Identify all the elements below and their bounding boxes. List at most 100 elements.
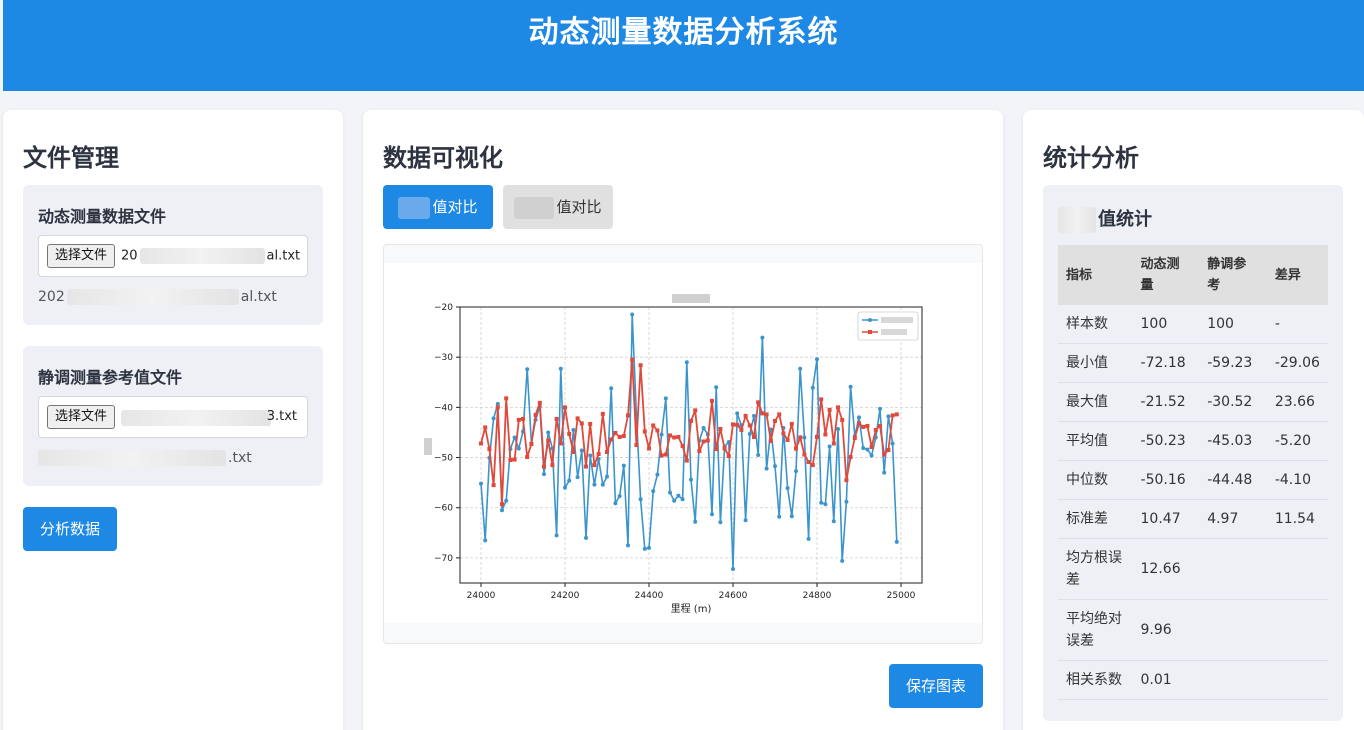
data-point [613, 501, 618, 506]
legend-marker-dynamic [868, 318, 872, 322]
data-point [630, 357, 635, 362]
data-point [634, 443, 639, 447]
data-point [735, 411, 740, 416]
data-point [798, 366, 803, 371]
data-point [642, 546, 647, 551]
data-point [735, 422, 740, 427]
statistics-panel: 统计分析 值统计 指标 动态测量 静调参考 差异 样本数 100 100- 最小值 -7… [1023, 110, 1364, 730]
data-point [810, 385, 815, 390]
data-point [684, 458, 689, 463]
data-point [894, 412, 899, 417]
data-point [789, 421, 794, 426]
x-tick-label: 24400 [635, 591, 664, 601]
data-point [869, 445, 874, 450]
data-point [600, 411, 605, 416]
data-point [785, 437, 790, 442]
data-point [571, 427, 576, 432]
dynamic-file-name-prefix: 20 [121, 248, 138, 264]
stats-panel-title: 统计分析 [1043, 144, 1139, 172]
data-point [579, 421, 584, 426]
data-point [621, 433, 626, 438]
data-point [516, 446, 521, 451]
data-point [857, 415, 861, 420]
data-point [886, 448, 891, 453]
table-cell: 最小值 [1058, 343, 1133, 383]
data-point [638, 363, 643, 368]
table-cell: -44.48 [1199, 460, 1267, 500]
dynamic-file-name: 20 al.txt [121, 248, 303, 264]
tab-1-label: 值对比 [432, 198, 478, 216]
table-row: 均方根误差 12.66 [1058, 538, 1328, 600]
data-point [542, 472, 546, 477]
data-point [575, 475, 580, 480]
data-point [516, 417, 521, 422]
table-cell: -5.20 [1266, 421, 1328, 461]
data-point [672, 435, 677, 440]
data-point [752, 434, 756, 439]
redacted-text [38, 450, 226, 466]
y-tick-label: −60 [434, 504, 453, 514]
data-point [802, 452, 807, 457]
data-point [794, 469, 798, 474]
data-point [630, 312, 635, 317]
tab-value-comparison-1[interactable]: 值对比 [383, 185, 493, 229]
static-selected-suffix: .txt [228, 450, 252, 466]
data-point [878, 423, 882, 428]
table-cell: 9.96 [1132, 599, 1200, 661]
data-point [495, 405, 500, 410]
table-cell: -50.16 [1132, 460, 1200, 500]
table-cell: -59.23 [1199, 343, 1267, 383]
data-point [680, 497, 685, 502]
data-point [831, 519, 836, 524]
data-point [479, 481, 483, 486]
chart-title-redacted [672, 294, 710, 303]
stats-section: 值统计 指标 动态测量 静调参考 差异 样本数 100 100- 最小值 -72.18-… [1043, 185, 1343, 721]
data-point [798, 435, 803, 440]
table-cell: 平均绝对误差 [1058, 599, 1133, 661]
table-cell: 0.01 [1132, 660, 1200, 700]
tab-value-comparison-2[interactable]: 值对比 [503, 185, 613, 229]
table-cell: -30.52 [1199, 382, 1267, 422]
table-cell: 4.97 [1199, 499, 1267, 539]
data-point [844, 499, 849, 504]
table-cell [1266, 599, 1328, 661]
data-point [831, 441, 836, 446]
x-tick-label: 24000 [467, 591, 496, 601]
choose-static-file-button[interactable]: 选择文件 [47, 405, 116, 429]
data-point [857, 421, 861, 426]
table-cell [1199, 538, 1267, 600]
data-point [718, 426, 723, 431]
table-cell: 11.54 [1266, 499, 1328, 539]
choose-dynamic-file-button[interactable]: 选择文件 [47, 244, 116, 268]
data-point [701, 439, 706, 444]
static-file-input[interactable]: 选择文件 3.txt [38, 396, 308, 438]
data-visualization-panel: 数据可视化 值对比 值对比 24000 24200 24400 24600 24800 2… [363, 110, 1003, 730]
data-point [684, 360, 689, 365]
table-cell: -72.18 [1132, 343, 1200, 383]
table-cell: 标准差 [1058, 499, 1133, 539]
legend-label-redacted [881, 329, 907, 335]
data-point [563, 405, 567, 410]
data-point [504, 396, 509, 401]
y-axis-label-redacted [424, 438, 432, 455]
data-point [617, 494, 622, 499]
data-point [815, 357, 819, 362]
header-metric: 指标 [1058, 245, 1133, 305]
dynamic-file-input[interactable]: 选择文件 20 al.txt [38, 235, 308, 277]
data-point [806, 536, 811, 541]
x-tick-label: 24200 [551, 591, 580, 601]
data-point [697, 449, 702, 454]
legend-marker-static [868, 330, 872, 334]
data-point [777, 514, 782, 519]
data-point [617, 434, 622, 439]
data-point [886, 414, 891, 419]
data-point [533, 412, 538, 417]
save-chart-button[interactable]: 保存图表 [889, 664, 983, 708]
data-point [689, 477, 693, 482]
data-point [672, 498, 677, 503]
data-point [747, 423, 752, 428]
analyze-data-button[interactable]: 分析数据 [23, 507, 117, 551]
dynamic-selected-prefix: 202 [38, 289, 65, 305]
data-point [584, 535, 588, 540]
data-point [668, 433, 672, 438]
